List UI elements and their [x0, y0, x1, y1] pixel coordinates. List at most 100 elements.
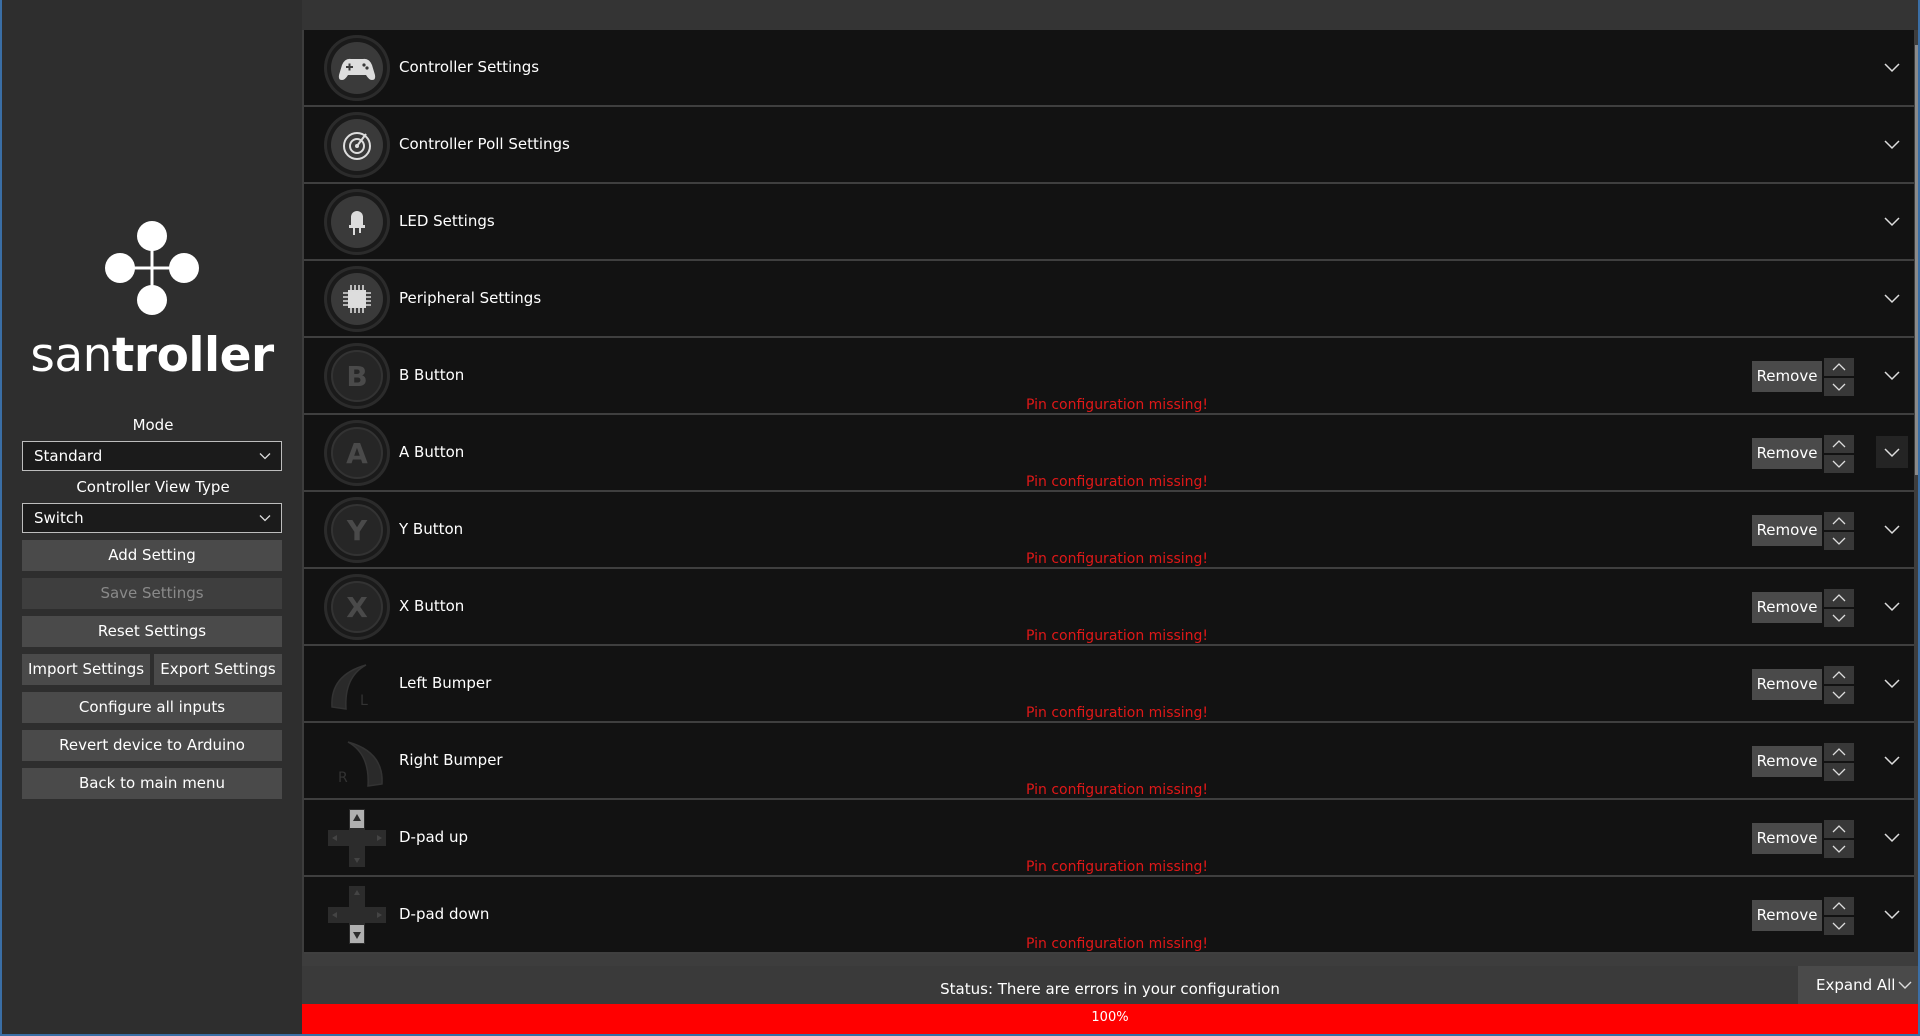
setting-row-b-button[interactable]: B B Button Pin configuration missing! Re… — [304, 338, 1914, 415]
move-up-button[interactable] — [1824, 512, 1854, 530]
save-settings-button[interactable]: Save Settings — [22, 578, 282, 609]
error-message: Pin configuration missing! — [1026, 936, 1209, 952]
move-down-button[interactable] — [1824, 609, 1854, 627]
chevron-down-icon[interactable] — [1884, 137, 1900, 151]
row-title: LED Settings — [399, 212, 495, 230]
right-bumper-icon: R — [324, 728, 390, 794]
error-message: Pin configuration missing! — [1026, 551, 1209, 567]
logo-text-bold: troller — [111, 328, 274, 383]
reorder-buttons — [1824, 435, 1854, 473]
setting-row-right-bumper[interactable]: R Right Bumper Pin configuration missing… — [304, 723, 1914, 800]
move-down-button[interactable] — [1824, 686, 1854, 704]
move-up-button[interactable] — [1824, 358, 1854, 376]
chevron-down-icon — [1832, 768, 1846, 776]
remove-button[interactable]: Remove — [1752, 361, 1822, 392]
move-up-button[interactable] — [1824, 589, 1854, 607]
reorder-buttons — [1824, 358, 1854, 396]
move-up-button[interactable] — [1824, 743, 1854, 761]
move-down-button[interactable] — [1824, 917, 1854, 935]
back-to-main-menu-button[interactable]: Back to main menu — [22, 768, 282, 799]
chevron-down-icon[interactable] — [1884, 214, 1900, 228]
remove-button[interactable]: Remove — [1752, 746, 1822, 777]
move-down-button[interactable] — [1824, 532, 1854, 550]
gamepad-icon — [324, 35, 390, 101]
chevron-down-icon — [259, 515, 271, 522]
top-strip — [302, 0, 1918, 30]
move-down-button[interactable] — [1824, 763, 1854, 781]
chip-icon — [324, 266, 390, 332]
export-settings-button[interactable]: Export Settings — [154, 654, 282, 685]
remove-button[interactable]: Remove — [1752, 669, 1822, 700]
santroller-logo: santroller — [2, 220, 302, 383]
chevron-up-icon — [1832, 825, 1846, 833]
remove-button[interactable]: Remove — [1752, 515, 1822, 546]
setting-row-peripheral-settings[interactable]: Peripheral Settings — [304, 261, 1914, 338]
revert-device-button[interactable]: Revert device to Arduino — [22, 730, 282, 761]
move-up-button[interactable] — [1824, 820, 1854, 838]
chevron-up-icon — [1832, 748, 1846, 756]
chevron-down-icon[interactable] — [1884, 676, 1900, 690]
reset-settings-button[interactable]: Reset Settings — [22, 616, 282, 647]
svg-text:B: B — [346, 360, 367, 393]
setting-row-left-bumper[interactable]: L Left Bumper Pin configuration missing!… — [304, 646, 1914, 723]
import-settings-button[interactable]: Import Settings — [22, 654, 150, 685]
chevron-down-icon[interactable] — [1884, 522, 1900, 536]
chevron-down-icon — [1832, 383, 1846, 391]
move-down-button[interactable] — [1824, 378, 1854, 396]
chevron-down-icon[interactable] — [1884, 753, 1900, 767]
reorder-buttons — [1824, 743, 1854, 781]
remove-button[interactable]: Remove — [1752, 438, 1822, 469]
reorder-buttons — [1824, 666, 1854, 704]
chevron-down-icon[interactable] — [1884, 907, 1900, 921]
configure-all-inputs-button[interactable]: Configure all inputs — [22, 692, 282, 723]
move-down-button[interactable] — [1824, 455, 1854, 473]
scrollbar[interactable] — [1915, 45, 1918, 475]
logo-text: santroller — [2, 328, 302, 383]
row-title: D-pad up — [399, 828, 468, 846]
add-setting-button[interactable]: Add Setting — [22, 540, 282, 571]
dpad-up-icon — [324, 805, 390, 871]
svg-text:R: R — [338, 770, 348, 786]
mode-select-value: Standard — [34, 447, 103, 465]
setting-row-y-button[interactable]: Y Y Button Pin configuration missing! Re… — [304, 492, 1914, 569]
mode-select[interactable]: Standard — [22, 441, 282, 471]
move-down-button[interactable] — [1824, 840, 1854, 858]
chevron-up-icon — [1832, 594, 1846, 602]
progress-text: 100% — [1091, 1010, 1129, 1025]
row-title: Peripheral Settings — [399, 289, 542, 307]
svg-text:X: X — [346, 591, 368, 624]
setting-row-led-settings[interactable]: LED Settings — [304, 184, 1914, 261]
error-message: Pin configuration missing! — [1026, 397, 1209, 413]
move-up-button[interactable] — [1824, 666, 1854, 684]
chevron-down-icon[interactable] — [1884, 368, 1900, 382]
setting-row-x-button[interactable]: X X Button Pin configuration missing! Re… — [304, 569, 1914, 646]
setting-row-controller-settings[interactable]: Controller Settings — [304, 30, 1914, 107]
chevron-up-icon — [1832, 517, 1846, 525]
chevron-down-icon[interactable] — [1884, 60, 1900, 74]
chevron-down-icon[interactable] — [1884, 830, 1900, 844]
setting-row-dpad-down[interactable]: D-pad down Pin configuration missing! Re… — [304, 877, 1914, 954]
expand-all-label: Expand All — [1816, 976, 1896, 994]
chevron-up-icon — [1832, 440, 1846, 448]
x-button-icon: X — [324, 574, 390, 640]
row-title: Controller Poll Settings — [399, 135, 570, 153]
view-type-select[interactable]: Switch — [22, 503, 282, 533]
reorder-buttons — [1824, 512, 1854, 550]
move-up-button[interactable] — [1824, 435, 1854, 453]
y-button-icon: Y — [324, 497, 390, 563]
move-up-button[interactable] — [1824, 897, 1854, 915]
remove-button[interactable]: Remove — [1752, 900, 1822, 931]
expand-all-button[interactable]: Expand All — [1798, 966, 1918, 1004]
setting-row-controller-poll-settings[interactable]: Controller Poll Settings — [304, 107, 1914, 184]
svg-text:Y: Y — [346, 514, 368, 547]
remove-button[interactable]: Remove — [1752, 823, 1822, 854]
mode-label: Mode — [132, 416, 174, 434]
row-title: X Button — [399, 597, 465, 615]
chevron-down-icon[interactable] — [1884, 291, 1900, 305]
setting-row-a-button[interactable]: A A Button Pin configuration missing! Re… — [304, 415, 1914, 492]
setting-row-dpad-up[interactable]: D-pad up Pin configuration missing! Remo… — [304, 800, 1914, 877]
row-title: Right Bumper — [399, 751, 503, 769]
expand-toggle[interactable] — [1876, 436, 1908, 468]
remove-button[interactable]: Remove — [1752, 592, 1822, 623]
chevron-down-icon[interactable] — [1884, 599, 1900, 613]
